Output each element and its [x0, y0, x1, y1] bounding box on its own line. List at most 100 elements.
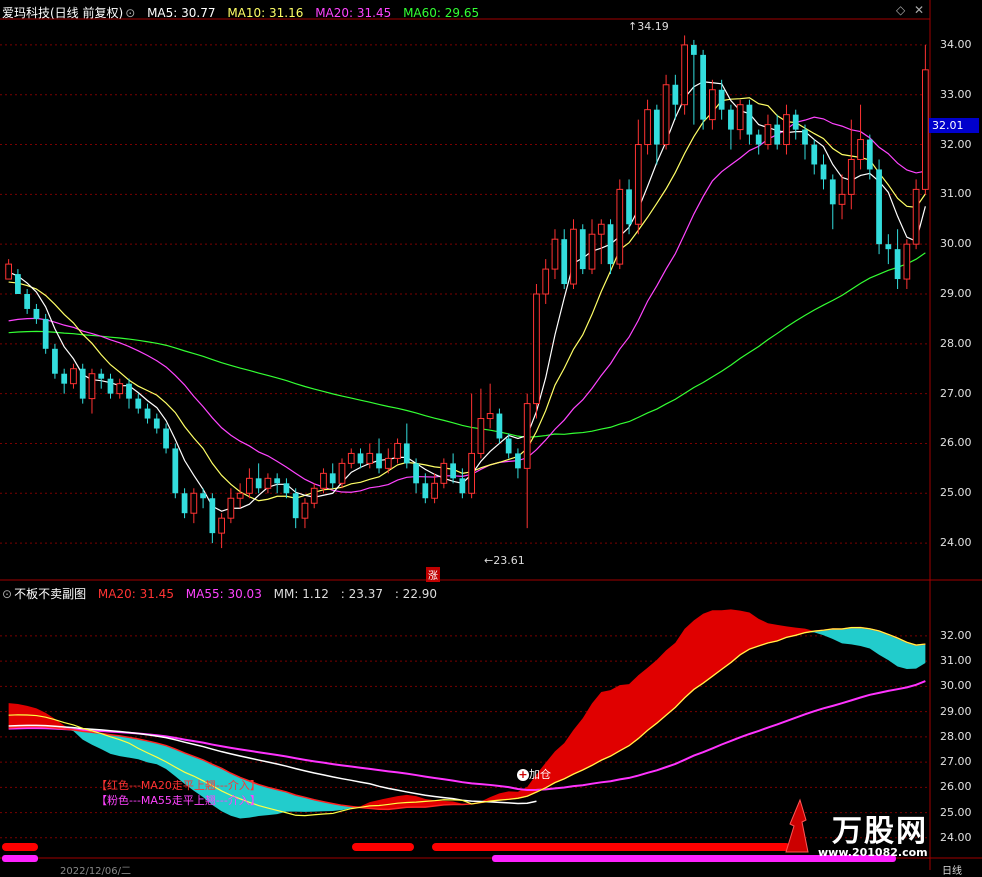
candle-body-down	[579, 229, 586, 270]
ma55-line	[8, 680, 926, 791]
candle-body-down	[42, 318, 49, 349]
candle-body-down	[653, 109, 660, 145]
candle-body-down	[52, 348, 58, 374]
candle-body-up	[486, 413, 494, 420]
candle-body-down	[403, 443, 410, 464]
candle-body-up	[116, 383, 124, 395]
candle-body-down	[79, 368, 86, 399]
sub-ma20-label: MA20: 31.45	[97, 587, 174, 601]
sub-chart-title[interactable]: 不板不卖副图	[14, 587, 86, 601]
candle-body-down	[866, 139, 873, 170]
diamond-icon[interactable]: ◇	[896, 3, 905, 17]
brand-url: www.201082.com	[818, 846, 928, 859]
candle-body-down	[98, 373, 105, 379]
sub-tick-label: 28.00	[940, 729, 972, 743]
candle-body-up	[681, 44, 688, 106]
annotation-pink: 【粉色---MA55走平上翘---介入】	[96, 794, 261, 807]
candle-body-down	[357, 453, 364, 464]
high-price-value: 34.19	[637, 20, 669, 33]
candle-body-down	[811, 144, 818, 165]
candle-body-up	[468, 452, 476, 494]
ma10-line	[8, 97, 926, 502]
candle-body-down	[728, 109, 734, 130]
price-tick-label: 24.00	[940, 536, 972, 550]
sub-chart-chevron-icon[interactable]: ⊙	[2, 587, 12, 601]
ma20-label: MA20: 31.45	[315, 6, 392, 20]
candle-body-up	[88, 373, 96, 400]
candle-body-up	[301, 502, 309, 519]
candle-body-down	[885, 244, 892, 250]
candle-body-down	[496, 413, 503, 439]
sub-tick-label: 32.00	[940, 628, 972, 642]
candle-body-up	[5, 263, 13, 280]
candle-body-down	[700, 54, 707, 120]
candle-body-up	[227, 497, 235, 519]
rise-marker[interactable]: 涨	[426, 567, 440, 582]
candle-body-up	[736, 104, 744, 131]
candle-body-up	[551, 238, 559, 270]
candle-body-down	[894, 249, 901, 280]
red-signal-bar	[352, 843, 414, 851]
sub-ma55-label: MA55: 30.03	[185, 587, 262, 601]
candle-body-down	[107, 378, 114, 394]
candle-body-up	[523, 403, 531, 469]
candle-body-down	[802, 129, 808, 145]
candle-body-down	[209, 498, 216, 534]
candle-body-down	[459, 478, 466, 494]
candle-body-up	[709, 89, 716, 121]
candle-body-down	[255, 478, 262, 489]
candle-body-down	[292, 493, 299, 519]
candle-body-up	[70, 368, 77, 385]
ma5-label: MA5: 30.77	[147, 6, 216, 20]
sub-tick-label: 31.00	[940, 654, 972, 668]
add-position-signal[interactable]: +加仓	[517, 766, 551, 782]
stock-title[interactable]: 爱玛科技(日线 前复权)	[2, 6, 123, 20]
candle-body-down	[376, 453, 382, 469]
price-tick-label: 26.00	[940, 436, 972, 450]
main-chart-header: 爱玛科技(日线 前复权) ⊙ MA5: 30.77 MA10: 31.16 MA2…	[2, 4, 487, 21]
candle-body-down	[792, 114, 799, 130]
price-tick-label: 33.00	[940, 87, 972, 101]
candle-body-down	[774, 124, 781, 145]
candle-body-up	[838, 193, 846, 205]
candle-body-up	[662, 84, 670, 146]
high-price-label: ↑34.19	[628, 20, 669, 33]
sub-tick-label: 27.00	[940, 755, 972, 769]
candle-body-down	[15, 274, 21, 294]
candle-body-down	[829, 179, 836, 205]
candle-body-down	[690, 44, 697, 55]
close-icon[interactable]: ✕	[914, 3, 924, 17]
sub-tick-label: 26.00	[940, 780, 972, 794]
candle-body-down	[200, 493, 206, 499]
price-tick-label: 34.00	[940, 37, 972, 51]
chart-canvas[interactable]	[0, 0, 982, 870]
candle-body-up	[236, 492, 244, 499]
low-price-value: 23.61	[493, 554, 525, 567]
candle-body-down	[505, 438, 512, 454]
bull-logo-icon	[782, 796, 812, 856]
add-position-label: 加仓	[529, 768, 551, 781]
candle-body-down	[126, 383, 132, 399]
candle-body-down	[61, 373, 68, 384]
candle-body-up	[542, 268, 550, 295]
price-tick-label: 27.00	[940, 386, 972, 400]
pink-signal-bar	[2, 855, 38, 862]
sub-value1-label: : 23.37	[340, 587, 383, 601]
candle-body-down	[413, 463, 419, 484]
annotation-red: 【红色---MA20走平上翘---介入】	[96, 779, 261, 792]
price-tick-label: 30.00	[940, 237, 972, 251]
candle-body-down	[274, 478, 281, 484]
candle-body-up	[644, 109, 651, 146]
candle-body-up	[903, 243, 911, 280]
candle-body-up	[218, 517, 225, 534]
candle-body-up	[246, 477, 253, 494]
candle-body-up	[616, 188, 624, 265]
ma60-label: MA60: 29.65	[403, 6, 480, 20]
candle-body-down	[755, 134, 762, 145]
ma5-line	[8, 81, 926, 512]
candle-body-up	[440, 462, 448, 484]
candle-body-up	[366, 452, 374, 464]
candle-body-up	[588, 233, 596, 270]
candle-body-up	[764, 124, 772, 146]
chevron-down-icon[interactable]: ⊙	[125, 6, 135, 20]
